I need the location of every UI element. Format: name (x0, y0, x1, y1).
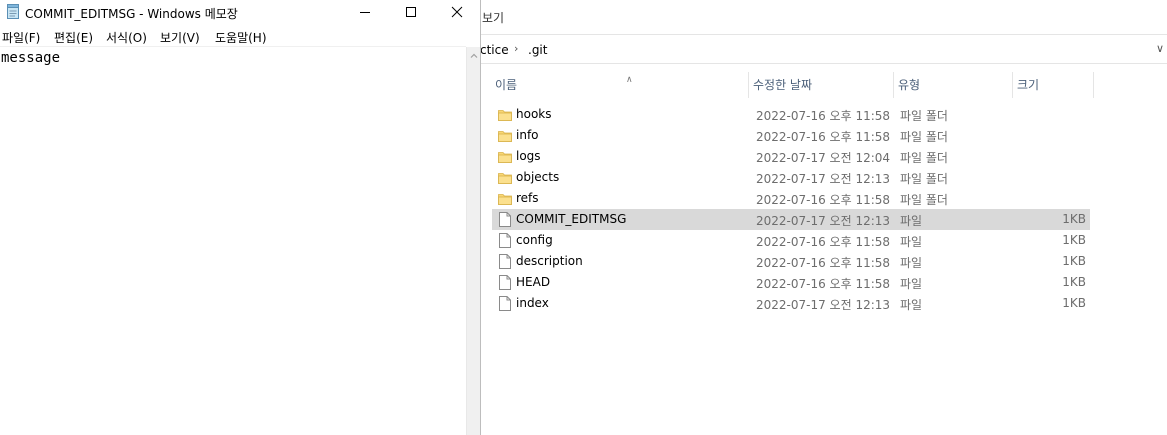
chevron-down-icon[interactable]: ∨ (1156, 42, 1164, 55)
close-button[interactable] (434, 0, 480, 24)
breadcrumb-chevron-icon[interactable]: › (514, 42, 518, 55)
file-list-row[interactable]: info 2022-07-16 오후 11:58 파일 폴더 (492, 125, 1090, 146)
file-list-row[interactable]: COMMIT_EDITMSG 2022-07-17 오전 12:13 파일 1KB (492, 209, 1090, 230)
file-type: 파일 (900, 235, 923, 249)
file-type: 파일 (900, 277, 923, 291)
title-bar[interactable]: COMMIT_EDITMSG - Windows 메모장 (0, 0, 480, 24)
folder-icon (498, 131, 512, 142)
desktop: 보기 ctice › .git ∨ 이름 ∧ 수정한 날짜 유형 크기 hook… (0, 0, 1167, 435)
file-name: hooks (516, 107, 552, 121)
column-header-row: 이름 ∧ 수정한 날짜 유형 크기 (492, 72, 1094, 98)
minimize-icon (360, 12, 370, 13)
file-type: 파일 (900, 256, 923, 270)
file-type: 파일 폴더 (900, 172, 948, 186)
file-type: 파일 (900, 214, 923, 228)
folder-icon (498, 194, 512, 205)
file-date-modified: 2022-07-16 오후 11:58 (756, 109, 891, 123)
file-date-modified: 2022-07-16 오후 11:58 (756, 130, 891, 144)
menu-edit[interactable]: 편집(E) (54, 29, 93, 46)
file-size: 1KB (1062, 233, 1086, 247)
window-title: COMMIT_EDITMSG - Windows 메모장 (25, 7, 238, 21)
column-header-name[interactable]: 이름 ∧ (492, 72, 749, 98)
ribbon-divider (480, 34, 1167, 35)
close-icon (451, 6, 463, 18)
file-date-modified: 2022-07-17 오전 12:13 (756, 214, 891, 228)
scroll-up-arrow-icon[interactable] (469, 51, 479, 61)
menu-divider (0, 46, 466, 47)
file-icon (499, 275, 511, 290)
file-type: 파일 폴더 (900, 151, 948, 165)
file-type: 파일 (900, 298, 923, 312)
text-editor[interactable]: message (0, 50, 464, 435)
column-header-size[interactable]: 크기 (1014, 72, 1094, 98)
file-icon (499, 233, 511, 248)
file-size: 1KB (1062, 275, 1086, 289)
menu-view[interactable]: 보기(V) (160, 29, 200, 46)
notepad-icon (7, 4, 19, 19)
breadcrumb-segment[interactable]: .git (528, 43, 547, 57)
vertical-scrollbar[interactable] (466, 47, 480, 435)
column-header-date[interactable]: 수정한 날짜 (750, 72, 894, 98)
file-list-row[interactable]: config 2022-07-16 오후 11:58 파일 1KB (492, 230, 1090, 251)
file-type: 파일 폴더 (900, 193, 948, 207)
file-icon (499, 254, 511, 269)
file-list-row[interactable]: description 2022-07-16 오후 11:58 파일 1KB (492, 251, 1090, 272)
file-name: objects (516, 170, 560, 184)
file-name: logs (516, 149, 541, 163)
file-date-modified: 2022-07-16 오후 11:58 (756, 277, 891, 291)
file-date-modified: 2022-07-16 오후 11:58 (756, 256, 891, 270)
maximize-button[interactable] (388, 0, 434, 24)
file-size: 1KB (1062, 254, 1086, 268)
file-explorer-window: 보기 ctice › .git ∨ 이름 ∧ 수정한 날짜 유형 크기 hook… (480, 0, 1167, 435)
folder-icon (498, 110, 512, 121)
file-type: 파일 폴더 (900, 130, 948, 144)
breadcrumb-segment[interactable]: ctice (480, 43, 509, 57)
menu-file[interactable]: 파일(F) (2, 29, 40, 46)
file-date-modified: 2022-07-16 오후 11:58 (756, 193, 891, 207)
file-list-row[interactable]: refs 2022-07-16 오후 11:58 파일 폴더 (492, 188, 1090, 209)
file-list-row[interactable]: HEAD 2022-07-16 오후 11:58 파일 1KB (492, 272, 1090, 293)
file-date-modified: 2022-07-17 오전 12:13 (756, 298, 891, 312)
file-name: COMMIT_EDITMSG (516, 212, 627, 226)
file-name: index (516, 296, 549, 310)
menu-format[interactable]: 서식(O) (106, 29, 147, 46)
file-size: 1KB (1062, 212, 1086, 226)
folder-icon (498, 173, 512, 184)
file-list-row[interactable]: hooks 2022-07-16 오후 11:58 파일 폴더 (492, 104, 1090, 125)
file-date-modified: 2022-07-17 오전 12:04 (756, 151, 891, 165)
menu-bar: 파일(F) 편집(E) 서식(O) 보기(V) 도움말(H) (0, 26, 480, 46)
column-header-label: 유형 (898, 78, 921, 92)
file-list-row[interactable]: index 2022-07-17 오전 12:13 파일 1KB (492, 293, 1090, 314)
menu-help[interactable]: 도움말(H) (215, 29, 267, 46)
file-icon (499, 212, 511, 227)
file-icon (499, 296, 511, 311)
folder-icon (498, 152, 512, 163)
minimize-button[interactable] (342, 0, 388, 24)
sort-ascending-icon: ∧ (626, 75, 633, 85)
file-name: description (516, 254, 583, 268)
column-header-label: 수정한 날짜 (753, 78, 813, 92)
file-date-modified: 2022-07-16 오후 11:58 (756, 235, 891, 249)
address-bar[interactable]: ctice › .git ∨ (480, 37, 1167, 64)
column-header-type[interactable]: 유형 (895, 72, 1013, 98)
file-size: 1KB (1062, 296, 1086, 310)
file-list-row[interactable]: objects 2022-07-17 오전 12:13 파일 폴더 (492, 167, 1090, 188)
notepad-window: COMMIT_EDITMSG - Windows 메모장 파일(F) 편집(E)… (0, 0, 481, 435)
file-list-row[interactable]: logs 2022-07-17 오전 12:04 파일 폴더 (492, 146, 1090, 167)
file-date-modified: 2022-07-17 오전 12:13 (756, 172, 891, 186)
file-name: HEAD (516, 275, 551, 289)
maximize-icon (406, 7, 416, 17)
column-header-label: 크기 (1017, 78, 1040, 92)
file-name: info (516, 128, 539, 142)
column-header-label: 이름 (495, 78, 518, 92)
file-name: config (516, 233, 553, 247)
file-name: refs (516, 191, 539, 205)
ribbon-tab-view[interactable]: 보기 (482, 9, 504, 26)
file-type: 파일 폴더 (900, 109, 948, 123)
